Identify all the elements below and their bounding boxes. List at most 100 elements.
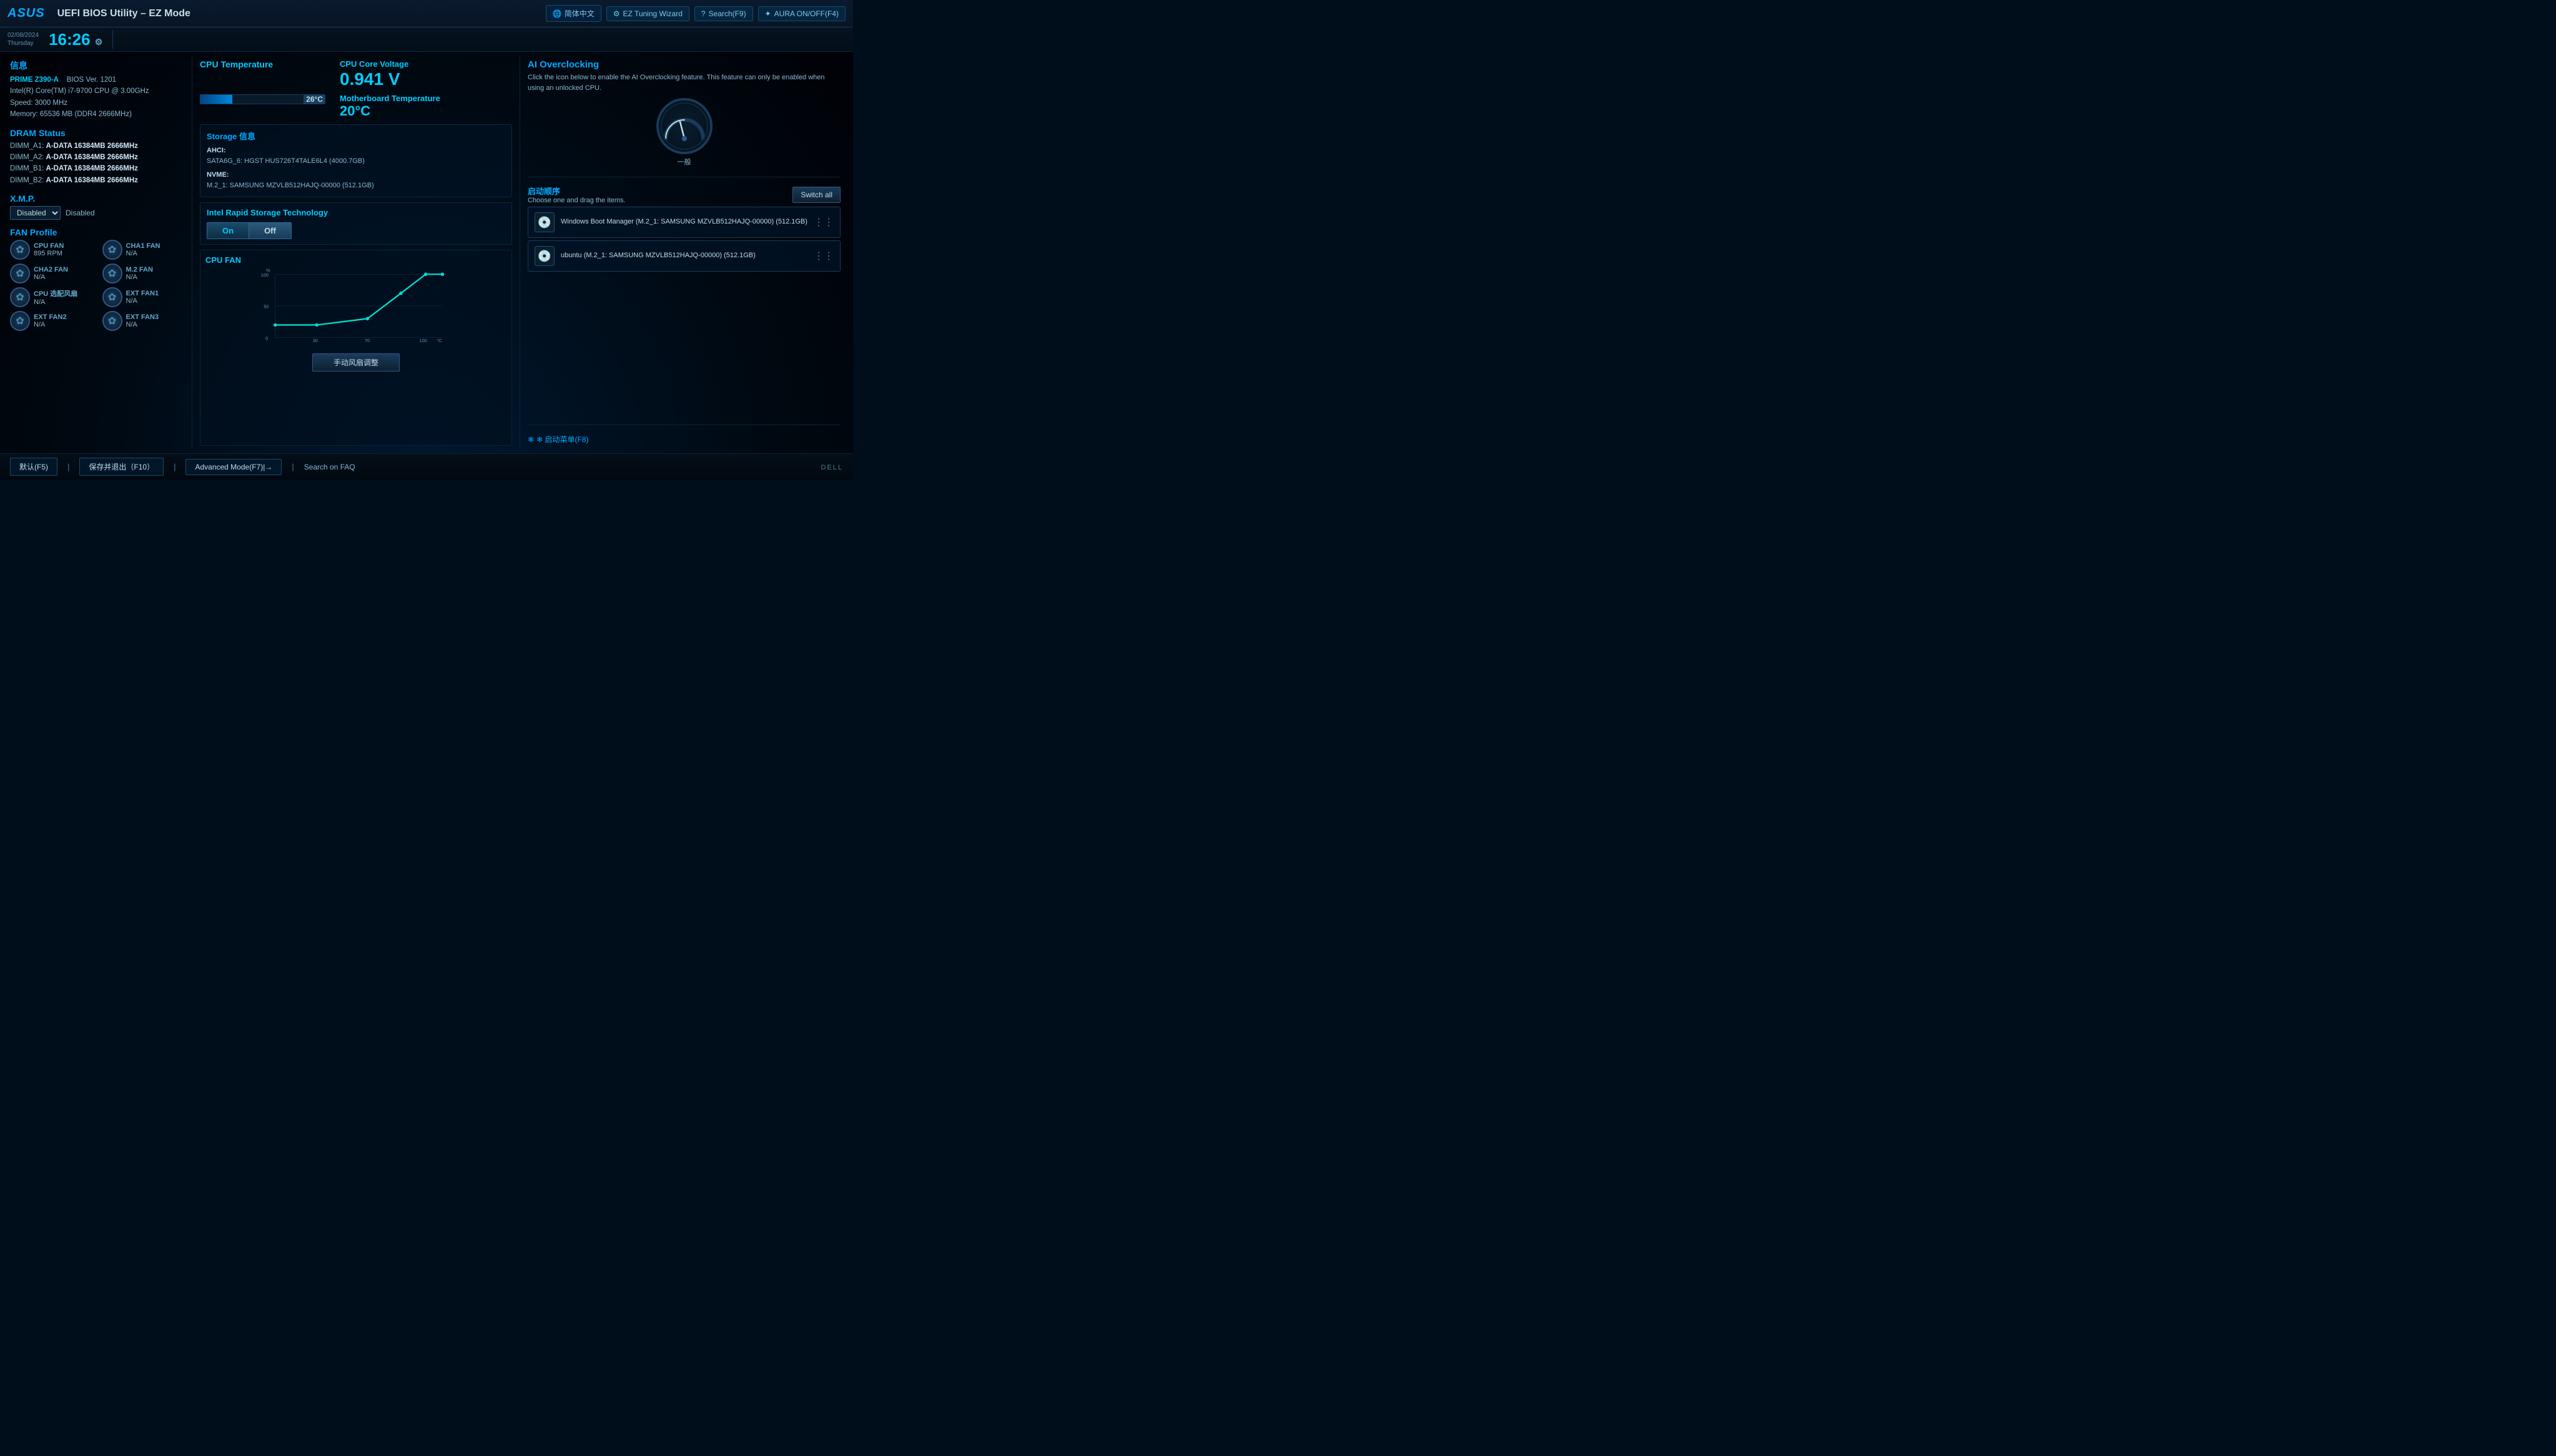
fan-cha1-icon: ✿ [102,240,122,260]
fan-ext3-name: EXT FAN3 [126,313,159,321]
fan-ext1-icon: ✿ [102,287,122,307]
fan-profile-title: FAN Profile [10,227,187,237]
switch-all-button[interactable]: Switch all [792,187,841,203]
dram-section: DRAM Status DIMM_A1: A-DATA 16384MB 2666… [10,128,187,187]
cpu-temp-bar-area: 26°C [200,94,325,104]
xmp-select[interactable]: Disabled Profile 1 Profile 2 [10,206,61,220]
fan-item-cpu-optional[interactable]: ✿ CPU 选配风扇 N/A [10,287,95,307]
xmp-row: Disabled Profile 1 Profile 2 Disabled [10,206,187,220]
intel-rst-title: Intel Rapid Storage Technology [207,208,505,217]
save-exit-button[interactable]: 保存并退出（F10） [79,458,164,476]
svg-text:50: 50 [264,304,269,310]
fan-chart-svg: 100 50 0 % 30 70 100 °C [205,268,506,343]
separator-1: | [67,462,69,471]
intel-rst-toggle: On Off [207,222,332,239]
fan-item-m2[interactable]: ✿ M.2 FAN N/A [102,263,187,283]
separator-2: | [174,462,175,471]
manual-fan-button[interactable]: 手动风扇调整 [312,353,400,371]
xmp-section: X.M.P. Disabled Profile 1 Profile 2 Disa… [10,194,187,220]
fan-ext2-name: EXT FAN2 [34,313,67,321]
aura-label: AURA ON/OFF(F4) [774,9,839,18]
fan-item-cha2[interactable]: ✿ CHA2 FAN N/A [10,263,95,283]
svg-text:%: % [266,268,270,273]
fan-cha1-rpm: N/A [126,250,160,257]
fan-item-ext1[interactable]: ✿ EXT FAN1 N/A [102,287,187,307]
dram-a2: DIMM_A2: A-DATA 16384MB 2666MHz [10,152,187,163]
boot-item-dots-1: ⋮⋮ [814,216,834,229]
ai-oc-gauge[interactable]: 一般 [528,98,841,167]
search-button[interactable]: ? Search(F9) [694,6,753,21]
search-label: Search(F9) [709,9,746,18]
system-info-section: 信息 PRIME Z390-A BIOS Ver. 1201 Intel(R) … [10,59,187,121]
cpu-fan-chart-title: CPU FAN [205,255,506,265]
gauge-circle[interactable] [656,98,713,154]
svg-text:°C: °C [437,338,442,343]
boot-order-desc: Choose one and drag the items. [528,197,626,204]
spacer [528,279,841,417]
bios-ver-label: BIOS Ver. 1201 [67,76,116,84]
dram-title: DRAM Status [10,128,187,138]
aura-button[interactable]: ✦ AURA ON/OFF(F4) [758,6,846,21]
ahci-value: SATA6G_6: HGST HUS726T4TALE6L4 (4000.7GB… [207,157,365,165]
voltage-value: 0.941 V [340,69,440,90]
cpu-temp-title: CPU Temperature [200,59,325,69]
boot-order-section: 启动顺序 Choose one and drag the items. Swit… [528,185,841,274]
dell-logo: DELL [821,464,843,471]
boot-order-header-row: 启动顺序 Choose one and drag the items. Swit… [528,185,841,204]
speed-label: Speed: 3000 MHz [10,99,67,107]
memory-label: Memory: 65536 MB (DDR4 2666MHz) [10,111,132,118]
boot-disk-icon-2: 💿 [535,246,555,266]
fan-item-cpu[interactable]: ✿ CPU FAN 895 RPM [10,240,95,260]
boot-item-windows[interactable]: 💿 Windows Boot Manager (M.2_1: SAMSUNG M… [528,207,841,238]
ez-wizard-label: EZ Tuning Wizard [623,9,683,18]
fan-ext1-rpm: N/A [126,297,159,305]
ai-oc-section: AI Overclocking Click the icon below to … [528,59,841,169]
storage-ahci: AHCI: SATA6G_6: HGST HUS726T4TALE6L4 (40… [207,145,505,167]
separator-3: | [292,462,294,471]
clock-display: 16:26 ⚙ [49,31,102,47]
fan-cpu-opt-name: CPU 选配风扇 [34,288,77,298]
fan-item-ext3[interactable]: ✿ EXT FAN3 N/A [102,311,187,331]
clock-gear-icon[interactable]: ⚙ [95,37,103,47]
dram-a1: DIMM_A1: A-DATA 16384MB 2666MHz [10,140,187,152]
ai-oc-title: AI Overclocking [528,59,841,70]
ai-oc-description: Click the icon below to enable the AI Ov… [528,72,841,93]
fan-m2-name: M.2 FAN [126,266,153,273]
ez-wizard-button[interactable]: ⚙ EZ Tuning Wizard [606,6,689,21]
rst-off-button[interactable]: Off [249,222,292,239]
cpu-temp-section: CPU Temperature 26°C [200,59,325,104]
boot-item-ubuntu[interactable]: 💿 ubuntu (M.2_1: SAMSUNG MZVLB512HAJQ-00… [528,240,841,272]
cpu-temp-value: 26°C [303,95,325,104]
svg-text:100: 100 [420,338,427,343]
storage-title: Storage 信息 [207,130,505,142]
default-button[interactable]: 默认(F5) [10,458,57,476]
lang-label: 简体中文 [565,8,595,19]
lang-button[interactable]: 🌐 简体中文 [546,5,601,22]
xmp-title: X.M.P. [10,194,187,204]
aura-icon: ✦ [765,9,771,18]
svg-text:70: 70 [365,338,370,343]
search-faq-link[interactable]: Search on FAQ [304,463,355,471]
fan-cha2-rpm: N/A [34,273,68,281]
advanced-mode-button[interactable]: Advanced Mode(F7)|→ [185,459,282,475]
fan-cpu-rpm: 895 RPM [34,250,64,257]
cpu-fan-chart-section: CPU FAN 100 50 0 % 30 [200,250,512,446]
date-display: 02/08/2024 [7,31,39,39]
bottom-nav: 默认(F5) | 保存并退出（F10） | Advanced Mode(F7)|… [10,458,355,476]
boot-disk-icon-1: 💿 [535,212,555,232]
system-info-title: 信息 [10,59,187,72]
middle-column: CPU Temperature 26°C CPU Core Voltage 0.… [192,57,520,448]
fan-grid: ✿ CPU FAN 895 RPM ✿ CHA1 FAN N/A [10,240,187,331]
boot-menu-button[interactable]: ❄ ❄ 启动菜单(F8) [528,433,841,446]
snowflake-icon: ❄ [528,435,534,444]
fan-m2-icon: ✿ [102,263,122,283]
rst-on-button[interactable]: On [207,222,249,239]
fan-cpu-opt-icon: ✿ [10,287,30,307]
storage-nvme: NVME: M.2_1: SAMSUNG MZVLB512HAJQ-00000 … [207,170,505,192]
fan-item-ext2[interactable]: ✿ EXT FAN2 N/A [10,311,95,331]
globe-icon: 🌐 [553,9,562,18]
boot-item-ubuntu-text: ubuntu (M.2_1: SAMSUNG MZVLB512HAJQ-0000… [561,251,807,260]
divider [112,30,113,49]
system-info-details: PRIME Z390-A BIOS Ver. 1201 Intel(R) Cor… [10,74,187,121]
fan-item-cha1[interactable]: ✿ CHA1 FAN N/A [102,240,187,260]
